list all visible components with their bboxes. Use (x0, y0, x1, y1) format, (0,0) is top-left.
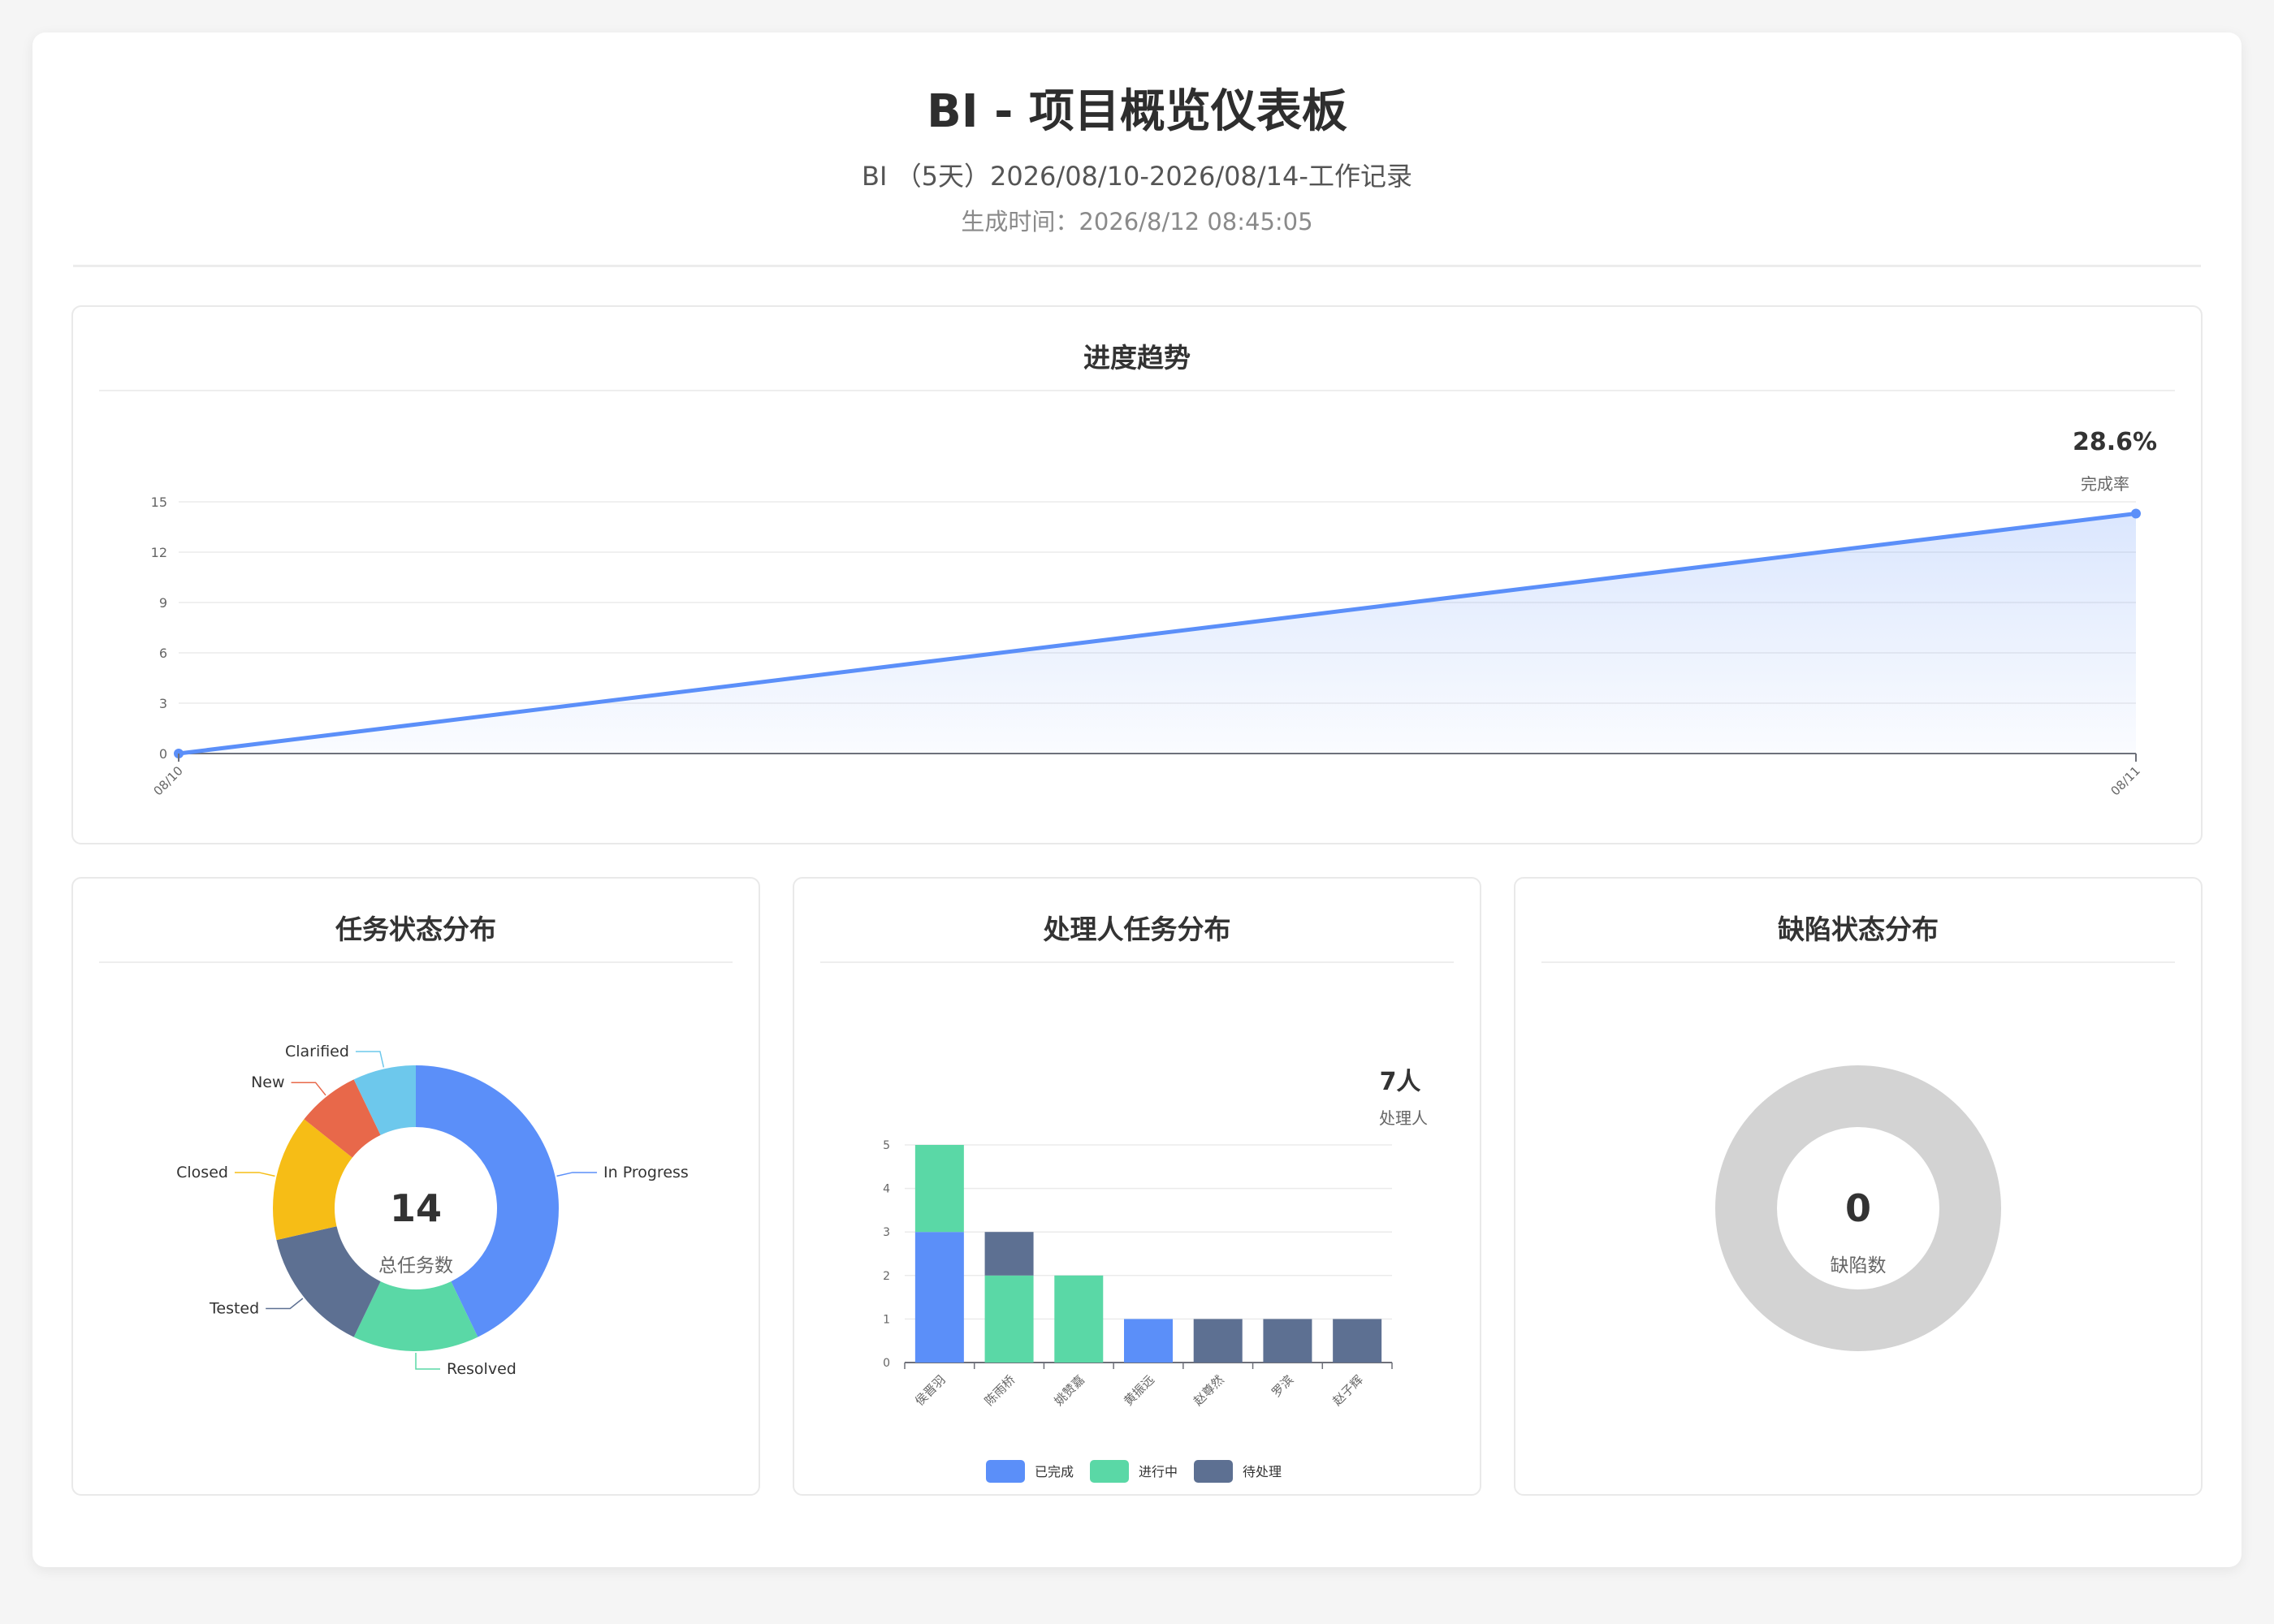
status-label: In Progress (603, 1164, 689, 1181)
x-category-label: 陈雨桥 (982, 1372, 1018, 1409)
page-title: BI - 项目概览仪表板 (927, 85, 1347, 138)
y-tick-label: 5 (883, 1139, 890, 1152)
bar-segment (914, 1232, 964, 1363)
legend-swatch (1090, 1460, 1129, 1483)
status-label-leader (234, 1172, 275, 1177)
x-category-label: 赵子辉 (1329, 1372, 1366, 1409)
legend-label: 待处理 (1243, 1464, 1282, 1479)
assignee-count-label: 处理人 (1379, 1108, 1428, 1128)
status-label: Tested (209, 1299, 259, 1317)
total-tasks-label: 总任务数 (378, 1255, 453, 1276)
defect-status-title: 缺陷状态分布 (1778, 914, 1939, 945)
status-label: Resolved (447, 1360, 517, 1378)
x-tick-label: 08/10 (151, 763, 186, 798)
y-tick-label: 4 (883, 1183, 890, 1196)
x-category-label: 黄振远 (1121, 1372, 1157, 1409)
bar-segment (1333, 1319, 1382, 1363)
task-status-title: 任务状态分布 (335, 914, 496, 945)
y-tick-label: 1 (883, 1313, 890, 1326)
assignee-chart: 0 1 2 3 4 5 侯晋羽 陈雨桥 姚赞嘉 黄振远 赵尊然 罗滨 赵子辉 7人处理人已完成 进行中 待处理 (883, 1068, 1428, 1483)
status-label: Clarified (285, 1043, 349, 1060)
legend-swatch (986, 1460, 1025, 1483)
legend-label: 已完成 (1035, 1464, 1074, 1479)
y-tick-label: 12 (151, 545, 167, 560)
completion-rate-label: 完成率 (2081, 474, 2129, 494)
bar-segment (984, 1232, 1034, 1276)
bar-segment (914, 1145, 964, 1233)
status-label-leader (355, 1051, 385, 1068)
bar-segment (984, 1275, 1034, 1363)
generated-time-value: 2026/8/12 08:45:05 (1079, 208, 1313, 235)
x-category-label: 罗滨 (1269, 1372, 1296, 1400)
page-subtitle: BI （5天）2026/08/10-2026/08/14-工作记录 (862, 161, 1412, 192)
header-divider (73, 265, 2201, 267)
defect-status-chart: 0 缺陷数 (1715, 1065, 2001, 1351)
generated-time-label: 生成时间： (961, 208, 1079, 235)
bar-segment (1054, 1275, 1104, 1363)
y-tick-label: 0 (883, 1357, 890, 1370)
status-label-leader (291, 1082, 326, 1096)
x-tick-label: 08/11 (2108, 763, 2143, 798)
legend-swatch (1194, 1460, 1233, 1483)
bar-segment (1124, 1319, 1173, 1363)
assignee-count-value: 7人 (1380, 1068, 1421, 1096)
defect-count-label: 缺陷数 (1831, 1255, 1887, 1276)
status-label: Closed (176, 1164, 228, 1181)
status-label-leader (556, 1172, 598, 1177)
status-label-leader (266, 1298, 304, 1310)
x-category-label: 赵尊然 (1191, 1372, 1227, 1409)
x-category-label: 姚赞嘉 (1052, 1372, 1088, 1409)
bar-segment (1263, 1319, 1312, 1363)
x-category-label: 侯晋羽 (912, 1372, 949, 1409)
generated-time: 生成时间：2026/8/12 08:45:05 (32, 203, 2242, 237)
dashboard-card: BI - 项目概览仪表板 BI （5天）2026/08/10-2026/08/1… (32, 32, 2242, 1567)
assignee-title: 处理人任务分布 (1043, 914, 1231, 945)
completion-rate-value: 28.6% (2073, 428, 2157, 456)
dashboard-header: BI - 项目概览仪表板 BI （5天）2026/08/10-2026/08/1… (32, 32, 2242, 268)
y-tick-label: 3 (159, 696, 167, 711)
y-tick-label: 9 (159, 595, 167, 611)
defect-status-panel: 缺陷状态分布 0 缺陷数 (1514, 877, 2203, 1496)
y-tick-label: 6 (159, 646, 167, 661)
progress-point (2131, 508, 2141, 519)
bar-segment (1193, 1319, 1243, 1363)
progress-trend-chart: 0 3 6 9 12 15 08/10 08/11 28.6% 完成率 (151, 428, 2158, 798)
y-tick-label: 2 (883, 1270, 890, 1283)
total-tasks-value: 14 (390, 1186, 442, 1230)
assignee-panel: 处理人任务分布 0 1 2 3 4 5 侯晋羽 陈雨桥 姚赞嘉 黄振远 赵尊然 罗滨 赵子辉 7人处理人已… (793, 877, 1481, 1496)
y-tick-label: 0 (159, 746, 167, 762)
progress-trend-title: 进度趋势 (1083, 342, 1191, 374)
status-label-leader (415, 1353, 440, 1370)
y-tick-label: 3 (883, 1226, 890, 1239)
y-tick-label: 15 (151, 495, 167, 510)
status-label: New (251, 1073, 284, 1091)
legend-label: 进行中 (1139, 1464, 1178, 1479)
task-status-panel: 任务状态分布 In Progress Resolved Tested Closed Ne… (71, 877, 760, 1496)
task-status-chart: In Progress Resolved Tested Closed NewClarif… (176, 1043, 689, 1378)
defect-count-value: 0 (1845, 1186, 1871, 1230)
progress-trend-panel: 进度趋势 0 3 6 9 12 15 08/10 08/11 28.6% 完成率 (71, 305, 2203, 844)
